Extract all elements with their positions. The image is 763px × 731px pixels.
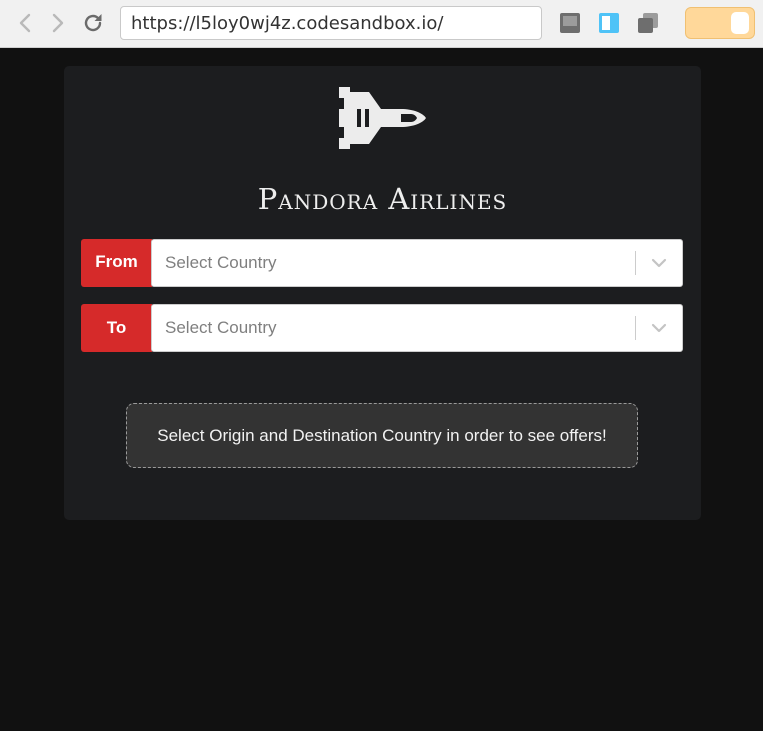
copy-window-icon — [638, 13, 658, 33]
split-view-icon — [560, 13, 580, 33]
toolbar-toggle[interactable] — [685, 7, 755, 39]
address-bar[interactable]: https://l5loy0wj4z.codesandbox.io/ — [120, 6, 542, 40]
sidebar-icon — [599, 13, 619, 33]
select-separator — [635, 316, 636, 340]
forward-button[interactable] — [46, 10, 70, 36]
reload-button[interactable] — [80, 10, 106, 36]
sidebar-button[interactable] — [598, 12, 620, 34]
to-label: To — [81, 304, 152, 352]
booking-card: Pandora Airlines From Select Country To … — [64, 66, 701, 520]
toggle-knob — [731, 12, 749, 34]
from-country-select[interactable]: Select Country — [151, 239, 683, 287]
chevron-down-icon[interactable] — [650, 320, 668, 336]
reload-icon — [84, 14, 102, 32]
to-row: To Select Country — [81, 304, 683, 352]
chevron-down-icon[interactable] — [650, 255, 668, 271]
to-country-select[interactable]: Select Country — [151, 304, 683, 352]
chevron-left-icon — [19, 13, 31, 33]
chevron-right-icon — [52, 13, 64, 33]
from-label: From — [81, 239, 152, 287]
back-button[interactable] — [13, 10, 37, 36]
url-text: https://l5loy0wj4z.codesandbox.io/ — [131, 12, 444, 34]
copy-window-button[interactable] — [637, 12, 659, 34]
space-shuttle-icon — [339, 87, 426, 149]
offers-notice-text: Select Origin and Destination Country in… — [157, 425, 607, 445]
to-select-placeholder: Select Country — [165, 318, 277, 337]
offers-notice: Select Origin and Destination Country in… — [126, 403, 638, 468]
from-row: From Select Country — [81, 239, 683, 287]
split-view-button[interactable] — [559, 12, 581, 34]
select-separator — [635, 251, 636, 275]
app-title: Pandora Airlines — [257, 182, 508, 216]
browser-toolbar: https://l5loy0wj4z.codesandbox.io/ — [0, 0, 763, 48]
from-select-placeholder: Select Country — [165, 253, 277, 272]
